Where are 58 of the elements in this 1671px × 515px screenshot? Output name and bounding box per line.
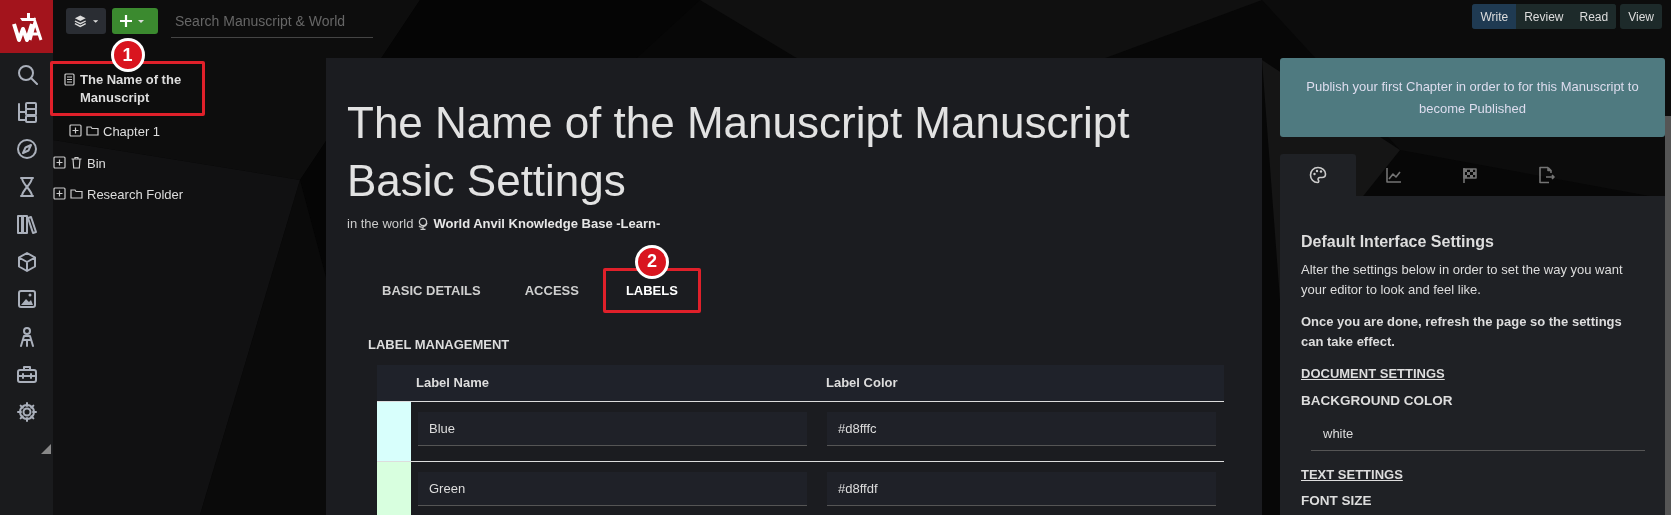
- column-header: Label Name: [415, 373, 490, 392]
- trash-icon: [70, 155, 83, 169]
- plus-icon: [120, 15, 132, 27]
- notice-banner: Publish your first Chapter in order to for this Manuscript to become Published: [1280, 58, 1665, 137]
- panel-tab[interactable]: [1280, 154, 1356, 196]
- intro-text: Alter the settings below in order to set the way you want your editor to look and feel like.: [1301, 261, 1624, 300]
- field-label: BACKGROUND COLOR: [1301, 391, 1454, 410]
- caret-icon: [138, 19, 144, 23]
- compass-icon[interactable]: [15, 138, 38, 160]
- document-icon: [63, 73, 76, 86]
- page-title: The Name of the Manuscript Manuscript Basic Settings: [347, 97, 1131, 207]
- add-dropdown[interactable]: [112, 8, 158, 34]
- tree-item[interactable]: The Name of the Manuscript: [80, 71, 200, 107]
- settings-tab[interactable]: BASIC DETAILS: [362, 267, 501, 313]
- tree-item[interactable]: Research Folder: [87, 185, 184, 205]
- world-prefix: in the world: [347, 215, 414, 233]
- search-icon[interactable]: [15, 63, 38, 85]
- callout-number: 2: [634, 244, 669, 279]
- tree-item[interactable]: Bin: [87, 153, 106, 173]
- image-icon[interactable]: [15, 288, 38, 310]
- tree-item[interactable]: Chapter 1: [103, 122, 161, 142]
- toolbox-icon[interactable]: [15, 363, 38, 385]
- expand-icon[interactable]: [53, 155, 66, 169]
- collapse-icon[interactable]: [41, 444, 51, 454]
- cube-icon[interactable]: [15, 250, 38, 273]
- layers-dropdown[interactable]: [66, 8, 106, 34]
- refresh-note: Once you are done, refresh the page so the settings can take effect.: [1301, 313, 1623, 352]
- settings-tab[interactable]: LABELS: [605, 270, 698, 310]
- panel-title: Default Interface Settings: [1301, 232, 1495, 252]
- search-field[interactable]: Search Manuscript & World: [171, 4, 373, 38]
- folder-icon: [70, 187, 83, 200]
- palette-icon: [1309, 166, 1327, 184]
- settings-heading: TEXT SETTINGS: [1301, 465, 1404, 484]
- label-name-field[interactable]: Green: [418, 471, 807, 506]
- layers-icon: [74, 14, 87, 28]
- section-heading: LABEL MANAGEMENT: [368, 336, 511, 354]
- export-icon: [1537, 166, 1555, 184]
- folder-icon: [86, 124, 99, 137]
- settings-tab[interactable]: ACCESS: [504, 267, 599, 313]
- globe-icon: [417, 217, 430, 231]
- caret-icon: [92, 19, 98, 23]
- label-name-field[interactable]: Blue: [418, 411, 807, 446]
- gear-icon[interactable]: [15, 400, 38, 423]
- world-link[interactable]: World Anvil Knowledge Base -Learn-: [433, 214, 661, 234]
- hierarchy-icon[interactable]: [15, 100, 38, 123]
- label-color-field[interactable]: #d8fffc: [827, 411, 1216, 446]
- mode-button[interactable]: Write: [1472, 4, 1517, 29]
- books-icon[interactable]: [15, 213, 38, 235]
- line-chart-icon: [1385, 166, 1403, 184]
- scrollbar[interactable]: [1665, 116, 1671, 515]
- expand-icon[interactable]: [53, 187, 66, 200]
- field-label: FONT SIZE: [1301, 492, 1373, 511]
- column-header: Label Color: [825, 373, 899, 392]
- settings-heading: DOCUMENT SETTINGS: [1301, 365, 1446, 384]
- view-button[interactable]: View: [1620, 4, 1662, 29]
- checkered-flag-icon: [1461, 166, 1479, 184]
- label-color-field[interactable]: #d8ffdf: [827, 471, 1216, 506]
- expand-icon[interactable]: [69, 124, 82, 137]
